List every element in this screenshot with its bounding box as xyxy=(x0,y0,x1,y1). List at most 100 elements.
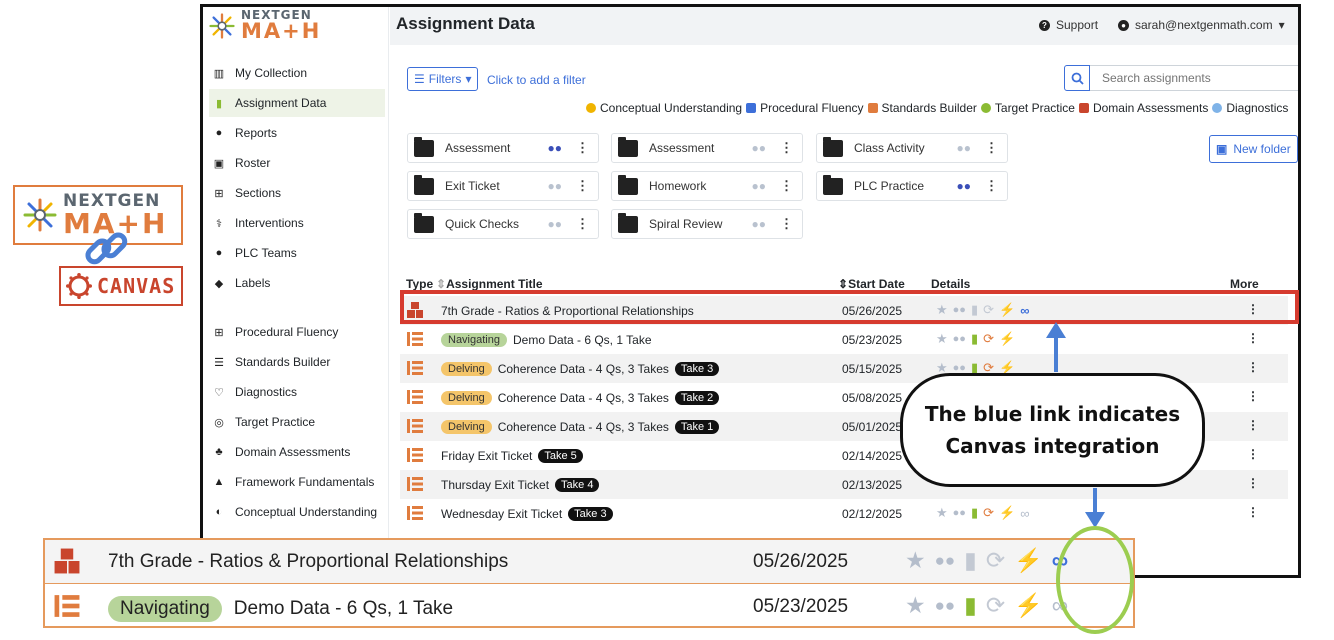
bolt-icon[interactable]: ⚡ xyxy=(999,505,1015,521)
shared-people-icon[interactable]: ●● xyxy=(957,179,972,193)
zoom-row-unlinked: Navigating Demo Data - 6 Qs, 1 Take 05/23… xyxy=(45,585,1133,629)
assignment-title[interactable]: Coherence Data - 4 Qs, 3 Takes xyxy=(498,391,669,405)
bolt-icon[interactable]: ⚡ xyxy=(999,331,1015,347)
folder-card[interactable]: Quick Checks ●● ⋮ xyxy=(407,209,599,239)
assignment-title[interactable]: Coherence Data - 4 Qs, 3 Takes xyxy=(498,420,669,434)
people-icon[interactable]: ●● xyxy=(953,507,966,519)
sidebar-item-plc-teams[interactable]: ● PLC Teams xyxy=(209,239,385,267)
sidebar-item-interventions[interactable]: ⚕ Interventions xyxy=(209,209,385,237)
more-vertical-icon[interactable]: ⋮ xyxy=(576,216,589,232)
zoom-row-linked: 7th Grade - Ratios & Proportional Relati… xyxy=(45,540,1133,584)
sidebar-item-domain-assessments[interactable]: ♣ Domain Assessments xyxy=(209,438,385,466)
sidebar-item-reports[interactable]: ● Reports xyxy=(209,119,385,147)
star-icon[interactable]: ★ xyxy=(936,505,948,521)
folder-card[interactable]: Homework ●● ⋮ xyxy=(611,171,803,201)
people-icon[interactable]: ●● xyxy=(752,217,767,231)
bar-chart-icon[interactable]: ▮ xyxy=(971,302,978,318)
table-row[interactable]: 7th Grade - Ratios & Proportional Relati… xyxy=(400,296,1288,325)
assignment-title[interactable]: Wednesday Exit Ticket xyxy=(441,507,562,521)
people-icon[interactable]: ●● xyxy=(953,304,966,316)
sidebar-item-my-collection[interactable]: ▥ My Collection xyxy=(209,59,385,87)
assignment-title[interactable]: Thursday Exit Ticket xyxy=(441,478,549,492)
column-start-date[interactable]: ⇕Start Date xyxy=(838,277,905,291)
sidebar-item-assignment-data[interactable]: ▮ Assignment Data xyxy=(209,89,385,117)
grid-icon: ⊞ xyxy=(214,326,224,339)
grid-icon xyxy=(746,103,757,113)
star-icon[interactable]: ★ xyxy=(936,302,948,318)
more-vertical-icon[interactable]: ⋮ xyxy=(1247,418,1259,432)
sidebar-item-framework-fundamentals[interactable]: ▲ Framework Fundamentals xyxy=(209,468,385,496)
search-input[interactable] xyxy=(1090,65,1298,91)
link-icon[interactable]: ∞ xyxy=(1020,506,1029,521)
search-button[interactable] xyxy=(1064,65,1090,91)
sidebar-item-diagnostics[interactable]: ♡ Diagnostics xyxy=(209,378,385,406)
folder-icon xyxy=(618,174,638,195)
add-filter-link[interactable]: Click to add a filter xyxy=(487,73,586,87)
more-vertical-icon[interactable]: ⋮ xyxy=(985,140,998,156)
folder-card[interactable]: Class Activity ●● ⋮ xyxy=(816,133,1008,163)
zoom-title: 7th Grade - Ratios & Proportional Relati… xyxy=(108,551,509,572)
sidebar-item-labels[interactable]: ◆ Labels xyxy=(209,269,385,297)
folder-card[interactable]: Assessment ●● ⋮ xyxy=(407,133,599,163)
more-vertical-icon[interactable]: ⋮ xyxy=(1247,331,1259,345)
details-icons: ★ ●● ▮ ⟳ ⚡ ∞ xyxy=(936,505,1029,521)
assignment-title[interactable]: Coherence Data - 4 Qs, 3 Takes xyxy=(498,362,669,376)
filters-button[interactable]: ☰ Filters ▾ xyxy=(407,67,479,91)
more-vertical-icon[interactable]: ⋮ xyxy=(780,178,793,194)
people-icon[interactable]: ●● xyxy=(752,179,767,193)
more-vertical-icon[interactable]: ⋮ xyxy=(576,178,589,194)
assignment-title[interactable]: Friday Exit Ticket xyxy=(441,449,532,463)
support-link[interactable]: ? Support xyxy=(1039,18,1098,32)
folder-card[interactable]: PLC Practice ●● ⋮ xyxy=(816,171,1008,201)
folder-card[interactable]: Exit Ticket ●● ⋮ xyxy=(407,171,599,201)
assignment-title[interactable]: Demo Data - 6 Qs, 1 Take xyxy=(513,333,652,347)
sidebar-item-conceptual-understanding[interactable]: ◐ Conceptual Understanding xyxy=(209,498,385,526)
sidebar-item-procedural-fluency[interactable]: ⊞ Procedural Fluency xyxy=(209,318,385,346)
cycle-icon[interactable]: ⟳ xyxy=(983,505,994,521)
folder-icon xyxy=(618,212,638,233)
people-icon[interactable]: ●● xyxy=(548,217,563,231)
more-vertical-icon[interactable]: ⋮ xyxy=(576,140,589,156)
people-icon[interactable]: ●● xyxy=(953,333,966,345)
sidebar-item-sections[interactable]: ⊞ Sections xyxy=(209,179,385,207)
user-menu[interactable]: ● sarah@nextgenmath.com ▾ xyxy=(1118,18,1285,32)
bar-chart-icon[interactable]: ▮ xyxy=(971,505,978,521)
bolt-icon[interactable]: ⚡ xyxy=(999,302,1015,318)
more-vertical-icon[interactable]: ⋮ xyxy=(780,216,793,232)
cycle-icon[interactable]: ⟳ xyxy=(983,331,994,347)
people-icon[interactable]: ●● xyxy=(957,141,972,155)
folder-icon xyxy=(414,212,434,233)
user-email: sarah@nextgenmath.com xyxy=(1135,18,1273,32)
shared-people-icon[interactable]: ●● xyxy=(548,141,563,155)
filters-label: Filters xyxy=(428,72,462,86)
assignment-title[interactable]: 7th Grade - Ratios & Proportional Relati… xyxy=(441,304,694,318)
more-vertical-icon[interactable]: ⋮ xyxy=(1247,360,1259,374)
table-row[interactable]: Navigating Demo Data - 6 Qs, 1 Take 05/23… xyxy=(400,325,1288,354)
folder-card[interactable]: Spiral Review ●● ⋮ xyxy=(611,209,803,239)
bar-chart-icon[interactable]: ▮ xyxy=(971,331,978,347)
table-row[interactable]: Wednesday Exit Ticket Take 3 02/12/2025 ★… xyxy=(400,499,1288,528)
sidebar-item-label: Assignment Data xyxy=(235,96,327,110)
column-title[interactable]: ⇕Assignment Title xyxy=(436,277,543,291)
standards-builder-icon xyxy=(407,477,423,491)
start-date: 02/12/2025 xyxy=(842,507,903,521)
cycle-icon[interactable]: ⟳ xyxy=(983,302,994,318)
more-vertical-icon[interactable]: ⋮ xyxy=(1247,505,1259,519)
more-vertical-icon[interactable]: ⋮ xyxy=(1247,447,1259,461)
more-vertical-icon[interactable]: ⋮ xyxy=(1247,302,1259,316)
people-icon[interactable]: ●● xyxy=(752,141,767,155)
sidebar-item-roster[interactable]: ▣ Roster xyxy=(209,149,385,177)
more-vertical-icon[interactable]: ⋮ xyxy=(1247,476,1259,490)
sidebar-item-standards-builder[interactable]: ☰ Standards Builder xyxy=(209,348,385,376)
callout-line-2: Canvas integration xyxy=(945,434,1160,458)
new-folder-button[interactable]: ▣ New folder xyxy=(1209,135,1298,163)
more-vertical-icon[interactable]: ⋮ xyxy=(985,178,998,194)
sidebar-logo[interactable]: NEXTGEN MA+H xyxy=(209,9,321,42)
folder-card[interactable]: Assessment ●● ⋮ xyxy=(611,133,803,163)
people-icon[interactable]: ●● xyxy=(548,179,563,193)
more-vertical-icon[interactable]: ⋮ xyxy=(1247,389,1259,403)
star-icon[interactable]: ★ xyxy=(936,331,948,347)
canvas-link-icon[interactable]: ∞ xyxy=(1020,303,1029,318)
sidebar-item-target-practice[interactable]: ◎ Target Practice xyxy=(209,408,385,436)
more-vertical-icon[interactable]: ⋮ xyxy=(780,140,793,156)
